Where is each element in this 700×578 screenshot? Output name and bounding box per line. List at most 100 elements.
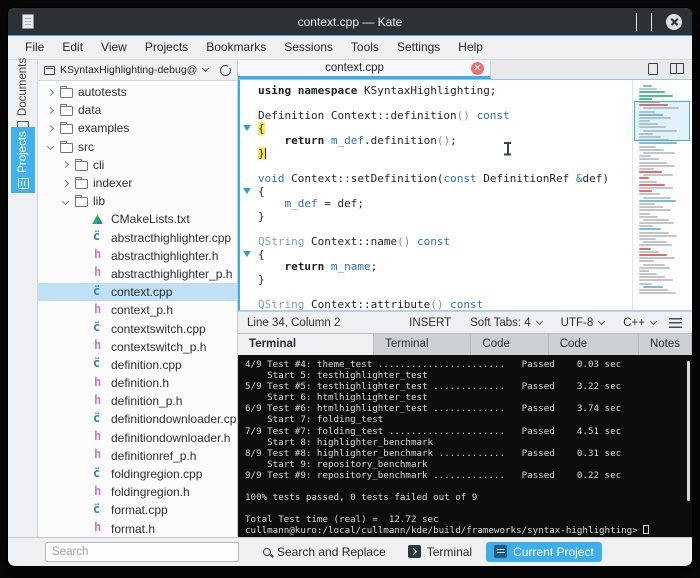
panel-tab[interactable]: Code Index [471,334,548,355]
tree-item-label: indexer [93,176,132,190]
folder-icon [60,143,73,153]
project-search-input[interactable] [45,542,239,562]
chevron-down-icon[interactable] [47,143,54,150]
tree-item[interactable]: context.cpp [38,283,237,301]
dock-tab-documents[interactable]: Documents [11,54,35,134]
menu-item-tools[interactable]: Tools [342,36,388,59]
fold-arrow-icon[interactable] [243,188,251,194]
dock-tab-label: Documents [17,58,29,116]
tree-item[interactable]: data [38,101,237,119]
tab-label: context.cpp [238,62,471,74]
code-line: Definition Context::definition() const [240,109,630,122]
chevron-right-icon[interactable] [47,107,54,114]
tree-item[interactable]: format.cpp [38,501,237,519]
chevron-right-icon[interactable] [47,89,54,96]
terminal-button[interactable]: Terminal [400,542,480,562]
tree-item[interactable]: CMakeLists.txt [38,210,237,228]
language-selector[interactable]: C++ [617,317,662,329]
tree-item[interactable]: abstracthighlighter.h [38,247,237,265]
word-wrap-icon[interactable] [669,318,682,328]
tree-item[interactable]: abstracthighlighter.cpp [38,229,237,247]
fold-arrow-icon[interactable] [243,251,251,257]
split-view-icon[interactable] [670,63,684,74]
project-icon [44,66,55,75]
menu-item-view[interactable]: View [92,36,136,59]
minimap[interactable] [632,80,692,310]
cpp-icon [91,286,106,299]
maximize-button[interactable] [651,13,652,31]
cpp-icon [91,322,106,335]
folder-icon [60,106,73,116]
panel-tab[interactable]: Terminal (Base) [374,334,471,355]
insert-mode[interactable]: INSERT [403,317,457,329]
menu-item-edit[interactable]: Edit [53,36,92,59]
tab-context-cpp[interactable]: context.cpp [238,60,491,79]
tree-item[interactable]: format.h [38,520,237,538]
dock-tab-projects[interactable]: Projects [11,127,35,193]
h-icon [91,267,106,280]
tree-item[interactable]: context_p.h [38,301,237,319]
h-icon [91,449,106,462]
tree-item[interactable]: autotests [38,83,237,101]
editor[interactable]: using namespace KSyntaxHighlighting;Defi… [238,80,692,311]
tree-item-label: CMakeLists.txt [111,212,190,226]
panel-tab[interactable]: Code Analysis [549,334,639,355]
fold-arrow-icon[interactable] [243,125,251,131]
chevron-down-icon[interactable] [62,198,69,205]
search-icon [263,548,271,556]
encoding-selector[interactable]: UTF-8 [555,317,611,329]
tree-item[interactable]: lib [38,192,237,210]
tree-item[interactable]: cli [38,156,237,174]
menu-item-sessions[interactable]: Sessions [275,36,342,59]
search-replace-button[interactable]: Search and Replace [255,542,394,562]
menu-item-help[interactable]: Help [449,36,492,59]
chevron-down-icon[interactable] [202,65,209,72]
cursor-position[interactable]: Line 34, Column 2 [247,317,340,329]
tree-item[interactable]: definitiondownloader.h [38,429,237,447]
project-combo[interactable]: KSyntaxHighlighting-debug@synt… [60,64,198,76]
tree-item[interactable]: definitionref_p.h [38,447,237,465]
tree-item[interactable]: contextswitch_p.h [38,338,237,356]
tree-item[interactable]: examples [38,119,237,137]
soft-tabs-selector[interactable]: Soft Tabs: 4 [464,317,548,329]
panel-tab[interactable]: Notes [639,334,692,355]
new-document-icon[interactable] [648,63,658,75]
close-button[interactable] [666,14,682,30]
chevron-right-icon[interactable] [62,179,69,186]
terminal-icon [408,545,421,558]
code-line: { [240,185,630,198]
tree-item[interactable]: foldingregion.h [38,483,237,501]
chevron-right-icon[interactable] [62,161,69,168]
terminal-scrollbar[interactable] [687,361,690,501]
terminal-line: 6/9 Test #6: htmlhighlighter_test ......… [245,403,692,414]
tree-item-label: data [78,103,101,117]
cpp-icon [91,413,106,426]
tree-item[interactable]: definition_p.h [38,392,237,410]
tree-item[interactable]: definition.h [38,374,237,392]
tree-item[interactable]: src [38,138,237,156]
code-line: } [240,273,630,286]
menu-item-projects[interactable]: Projects [136,36,197,59]
tab-close-icon[interactable] [471,62,484,75]
titlebar[interactable]: context.cpp — Kate [8,8,692,36]
menubar: FileEditViewProjectsBookmarksSessionsToo… [8,36,692,60]
code-line: } [240,210,630,223]
terminal-prompt: cullmann@kuro:/local/cullmann/kde/build/… [245,525,692,536]
current-project-button[interactable]: Current Project [486,542,602,562]
chevron-right-icon[interactable] [47,125,54,132]
terminal-line: Start 7: folding_test [245,414,692,425]
menu-item-settings[interactable]: Settings [388,36,449,59]
minimap-viewport[interactable] [634,101,690,141]
refresh-icon[interactable] [220,65,231,76]
tree-item[interactable]: definition.cpp [38,356,237,374]
terminal[interactable]: 4/9 Test #4: theme_test ................… [238,355,692,537]
menu-item-bookmarks[interactable]: Bookmarks [197,36,275,59]
tree-item[interactable]: definitiondownloader.cpp [38,410,237,428]
terminal-line [245,481,692,492]
tree-item[interactable]: abstracthighlighter_p.h [38,265,237,283]
tree-item[interactable]: foldingregion.cpp [38,465,237,483]
panel-tab[interactable]: Terminal (.kateproject) [238,333,374,355]
tree-item[interactable]: indexer [38,174,237,192]
minimize-button[interactable] [636,13,637,31]
tree-item[interactable]: contextswitch.cpp [38,319,237,337]
